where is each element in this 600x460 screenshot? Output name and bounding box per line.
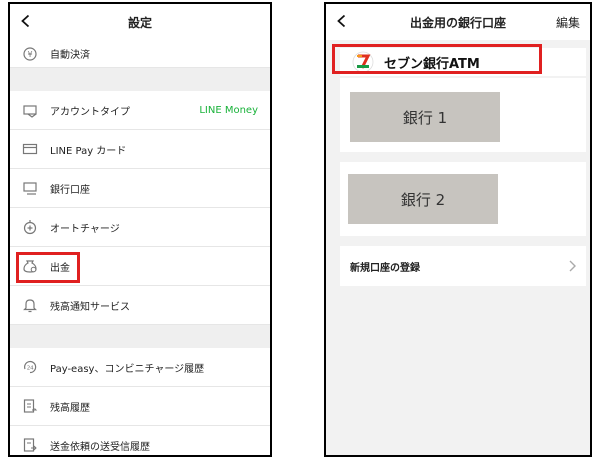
svg-text:¥: ¥ [27,50,32,59]
settings-row-payeasy-history[interactable]: 24 Pay-easy、コンビニチャージ履歴 [10,348,270,387]
atm-name: セブン銀行ATM [384,56,480,72]
settings-row-transfer-history[interactable]: 送金依頼の送受信履歴 [10,426,270,455]
settings-row-account-type[interactable]: アカウントタイプ LINE Money [10,91,270,130]
back-chevron-icon[interactable] [18,13,34,29]
settings-row-bank-account[interactable]: 銀行口座 [10,169,270,208]
back-chevron-icon[interactable] [334,13,350,29]
settings-row-label: 出金 [50,262,70,274]
settings-row-label: オートチャージ [50,223,120,235]
clock-24-icon: 24 [22,359,38,375]
settings-row-label: アカウントタイプ [50,106,130,118]
transfer-history-icon [22,437,38,453]
bank-account-icon [22,180,38,196]
settings-row-label: 残高履歴 [50,402,90,414]
settings-row-balance-notification[interactable]: 残高通知サービス [10,286,270,325]
settings-row-label: Pay-easy、コンビニチャージ履歴 [50,363,205,375]
section-divider [10,325,270,348]
register-new-account-button[interactable]: 新規口座の登録 [340,246,586,286]
account-type-value: LINE Money [199,104,258,116]
withdraw-bag-icon [22,258,38,274]
card-icon [22,141,38,157]
settings-row-line-pay-card[interactable]: LINE Pay カード [10,130,270,169]
settings-row-label: LINE Pay カード [50,145,127,157]
bank-account-item[interactable]: 銀行 2 [340,162,586,236]
seven-bank-logo-icon [352,51,374,73]
page-title: 設定 [127,15,152,30]
settings-row-auto-payment[interactable]: ¥ 自動決済 [10,40,270,68]
settings-row-label: 自動決済 [50,50,90,61]
yen-coin-icon: ¥ [22,46,38,62]
bank-name-block: 銀行 2 [348,174,498,224]
settings-row-label: 銀行口座 [50,184,90,196]
settings-row-label: 送金依頼の送受信履歴 [50,441,150,453]
settings-row-label: 残高通知サービス [50,301,130,313]
balance-history-icon [22,398,38,414]
seven-bank-atm-item[interactable]: セブン銀行ATM [340,48,586,76]
settings-row-withdraw[interactable]: 出金 [10,247,270,286]
section-divider [10,68,270,91]
account-type-icon [22,102,38,118]
chevron-right-icon [566,259,578,273]
page-title: 出金用の銀行口座 [409,15,506,30]
new-account-label: 新規口座の登録 [350,262,420,274]
screenshot-canvas: 設定 ¥ 自動決済 アカウントタイプ LINE Money LINE Pay カ… [0,0,600,460]
settings-header: 設定 [10,4,270,40]
settings-screen: 設定 ¥ 自動決済 アカウントタイプ LINE Money LINE Pay カ… [8,2,272,457]
settings-row-auto-charge[interactable]: オートチャージ [10,208,270,247]
svg-text:24: 24 [27,366,34,372]
auto-charge-icon [22,219,38,235]
bell-icon [22,297,38,313]
settings-row-balance-history[interactable]: 残高履歴 [10,387,270,426]
bank-account-item[interactable]: 銀行 1 [340,78,586,152]
withdraw-bank-screen: 出金用の銀行口座 編集 セブン銀行ATM 銀行 1 銀行 2 新規口座の登録 [324,2,592,457]
withdraw-header: 出金用の銀行口座 編集 [326,4,590,40]
edit-button[interactable]: 編集 [556,14,580,31]
bank-name-block: 銀行 1 [350,92,500,142]
